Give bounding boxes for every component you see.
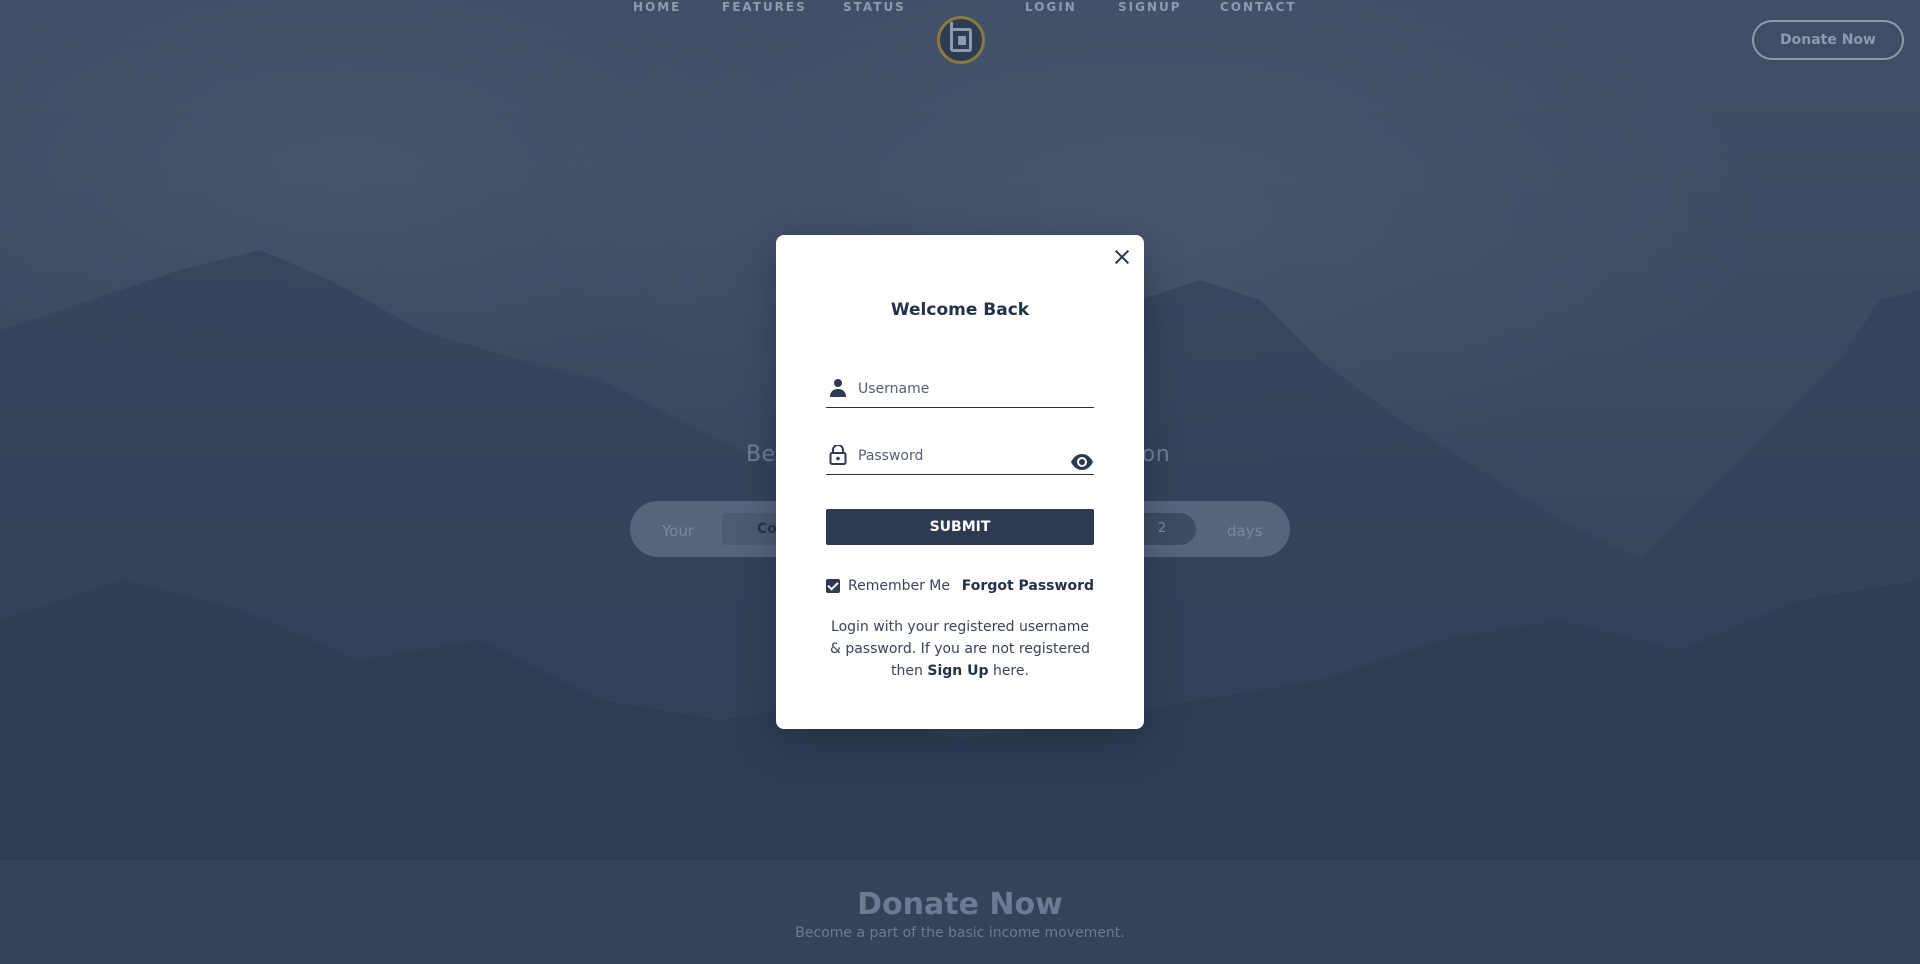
- password-field: [826, 439, 1094, 475]
- user-icon: [830, 379, 846, 397]
- nav-home[interactable]: HOME: [633, 0, 681, 14]
- logo-icon[interactable]: [937, 16, 985, 64]
- password-input[interactable]: [858, 445, 1058, 467]
- nav-status[interactable]: STATUS: [843, 0, 906, 14]
- calculator-your-label: Your: [662, 522, 695, 540]
- nav-signup[interactable]: SIGNUP: [1118, 0, 1182, 14]
- login-modal: Welcome Back SUBMIT Remember Me Forgot P…: [776, 235, 1144, 729]
- login-note: Login with your registered username & pa…: [826, 616, 1094, 682]
- footer-donate-subtitle: Become a part of the basic income moveme…: [795, 925, 1125, 941]
- nav-contact[interactable]: CONTACT: [1220, 0, 1297, 14]
- remember-me-label: Remember Me: [848, 578, 950, 594]
- username-input[interactable]: [858, 378, 1058, 400]
- lock-icon: [829, 445, 847, 465]
- nav-login[interactable]: LOGIN: [1025, 0, 1077, 14]
- username-field: [826, 372, 1094, 408]
- remember-me[interactable]: Remember Me: [826, 578, 950, 594]
- remember-me-checkbox[interactable]: [826, 579, 840, 593]
- close-icon[interactable]: [1110, 245, 1134, 269]
- forgot-password-link[interactable]: Forgot Password: [962, 578, 1094, 594]
- donate-now-button[interactable]: Donate Now: [1752, 20, 1904, 60]
- modal-title: Welcome Back: [890, 300, 1030, 320]
- top-navigation: HOME FEATURES STATUS LOGIN SIGNUP CONTAC…: [0, 0, 1920, 80]
- nav-features[interactable]: FEATURES: [722, 0, 807, 14]
- sign-up-link[interactable]: Sign Up: [927, 663, 988, 679]
- footer-donate-title: Donate Now: [857, 887, 1063, 922]
- login-note-suffix: here.: [988, 663, 1029, 679]
- calculator-days-label: days: [1227, 522, 1263, 540]
- eye-icon[interactable]: [1070, 453, 1094, 471]
- submit-button[interactable]: SUBMIT: [826, 509, 1094, 545]
